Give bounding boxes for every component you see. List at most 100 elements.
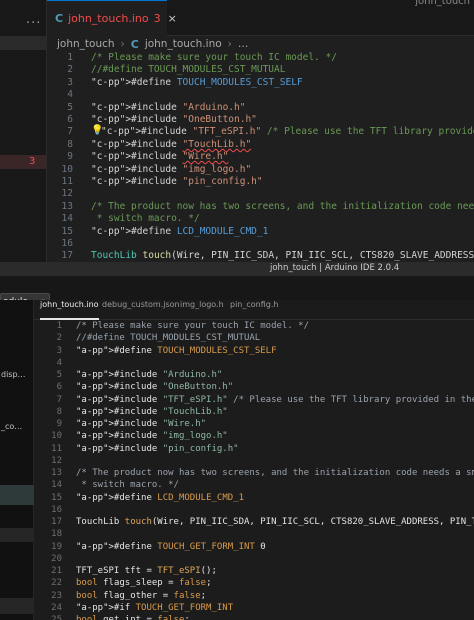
code-text: /* Please make sure your touch IC model.… [91, 52, 337, 63]
editor-tab-bar: C john_touch.ino 3 × john_touch [47, 0, 474, 36]
code-line[interactable]: 6 "a-pp">#include "OneButton.h" [34, 381, 474, 393]
code-line[interactable]: 19 "a-pp">#define TOUCH_GET_FORM_INT 0 [34, 541, 474, 553]
code-line[interactable]: 16 [34, 504, 474, 516]
code-line[interactable]: 9 "c-pp">#include "Wire.h" [47, 151, 474, 163]
vscode-window: ··· 3 C john_touch.ino 3 × john_touch jo… [0, 0, 474, 262]
line-number: 25 [51, 615, 62, 620]
line-number: 7 [67, 126, 73, 138]
tab-problem-count: 3 [153, 12, 161, 25]
tab-john-touch-ino[interactable]: C john_touch.ino 3 × [47, 0, 177, 36]
code-line[interactable]: 10 "c-pp">#include "img_logo.h" [47, 164, 474, 176]
code-line[interactable]: 1 /* Please make sure your touch IC model… [47, 52, 474, 64]
line-number: 19 [51, 541, 62, 552]
code-line[interactable]: 11 "a-pp">#include "pin_config.h" [34, 443, 474, 455]
line-number: 3 [56, 345, 62, 356]
code-line[interactable]: 21 TFT_eSPI tft = TFT_eSPI(); [34, 565, 474, 577]
code-line[interactable]: 3 "c-pp">#define TOUCH_MODULES_CST_SELF [47, 77, 474, 89]
code-text: /* The product now has two screens, and … [76, 468, 474, 478]
code-line[interactable]: 22 bool flags_sleep = false; [34, 577, 474, 589]
code-line[interactable]: 15 "c-pp">#define LCD_MODULE_CMD_1 [47, 226, 474, 238]
code-text: "a-pp">#include "Arduino.h" [76, 370, 223, 380]
sidebar-item-selected[interactable] [0, 485, 34, 505]
line-number: 9 [56, 419, 62, 429]
code-text: bool flag_other = false; [76, 590, 207, 601]
line-number: 7 [56, 394, 62, 405]
code-text: "a-pp">#include "TouchLib.h" [76, 406, 228, 417]
code-line[interactable]: 4 [47, 89, 474, 101]
code-text: //#define TOUCH_MODULES_CST_MUTUAL [91, 64, 286, 76]
code-line[interactable]: 3 "a-pp">#define TOUCH_MODULES_CST_SELF [34, 345, 474, 357]
code-line[interactable]: 8 "a-pp">#include "TouchLib.h" [34, 406, 474, 418]
code-line[interactable]: 8 "c-pp">#include "TouchLib.h" [47, 139, 474, 151]
code-line[interactable]: 12 [47, 188, 474, 200]
code-line[interactable]: 25 bool get_int = false; [34, 614, 474, 620]
line-number: 14 [61, 213, 73, 225]
code-line[interactable]: 1 /* Please make sure your touch IC model… [34, 320, 474, 332]
code-line[interactable]: 12 [34, 455, 474, 467]
code-line[interactable]: 7 "a-pp">#include "TFT_eSPI.h" /* Please … [34, 394, 474, 406]
breadcrumb-symbol[interactable]: … [238, 38, 249, 50]
explorer-row-error[interactable] [0, 155, 46, 169]
line-number: 16 [51, 504, 62, 515]
tab-pin-config-h[interactable]: pin_config.h [230, 300, 278, 320]
code-text: "a-pp">#if TOUCH_GET_FORM_INT [76, 602, 234, 613]
code-line[interactable]: 13 /* The product now has two screens, an… [34, 467, 474, 479]
line-number: 10 [61, 163, 73, 175]
code-text: "a-pp">#include "Wire.h" [76, 419, 207, 429]
code-line[interactable]: 14 * switch macro. */ [47, 213, 474, 225]
code-line[interactable]: 2 //#define TOUCH_MODULES_CST_MUTUAL [34, 332, 474, 344]
breadcrumb-folder[interactable]: john_touch [57, 38, 115, 50]
code-line[interactable]: 13 /* The product now has two screens, an… [47, 201, 474, 213]
code-text: "c-pp">#include "Wire.h" [91, 151, 229, 163]
code-line[interactable]: 2 //#define TOUCH_MODULES_CST_MUTUAL [47, 64, 474, 76]
more-actions-icon[interactable]: ··· [26, 16, 41, 31]
code-line[interactable]: 18 [34, 528, 474, 540]
code-line[interactable]: 9 "a-pp">#include "Wire.h" [34, 418, 474, 430]
close-icon[interactable]: × [168, 12, 177, 25]
code-text: "c-pp">#include "TouchLib.h" [91, 138, 252, 150]
code-line[interactable]: 23 bool flag_other = false; [34, 590, 474, 602]
code-line[interactable]: 5 "a-pp">#include "Arduino.h" [34, 369, 474, 381]
line-number: 22 [51, 578, 62, 589]
sidebar-item-hover[interactable] [0, 598, 34, 614]
code-text: "c-pp">#include "OneButton.h" [91, 114, 257, 125]
sidebar-item-hover[interactable] [0, 528, 34, 542]
code-line[interactable]: 15 "a-pp">#define LCD_MODULE_CMD_1 [34, 492, 474, 504]
sidebar-item[interactable]: disp… [0, 367, 34, 383]
code-line[interactable]: 5 "c-pp">#include "Arduino.h" [47, 102, 474, 114]
tab-img-logo-h[interactable]: img_logo.h [180, 300, 224, 320]
tab-debug-custom-json[interactable]: debug_custom.json [102, 300, 180, 320]
code-text: /* The product now has two screens, and … [91, 200, 474, 212]
code-text: "c-pp">#include "TFT_eSPI.h" /* Please u… [101, 126, 474, 138]
chevron-right-icon: › [227, 38, 232, 50]
line-number: 15 [51, 492, 62, 503]
tab-label: john_touch.ino [68, 12, 149, 25]
line-number: 15 [61, 225, 73, 237]
line-number: 21 [51, 566, 62, 576]
line-number: 11 [51, 443, 62, 454]
code-line[interactable]: 4 [34, 357, 474, 369]
code-line[interactable]: 17 TouchLib touch(Wire, PIN_IIC_SDA, PIN_… [47, 250, 474, 262]
code-text: "c-pp">#define TOUCH_MODULES_CST_SELF [91, 76, 303, 88]
code-line[interactable]: 10 "a-pp">#include "img_logo.h" [34, 430, 474, 442]
code-line[interactable]: 14 * switch macro. */ [34, 479, 474, 491]
sidebar-item[interactable]: _co… [0, 419, 34, 435]
lightbulb-icon[interactable]: 💡 [91, 125, 103, 137]
line-number: 12 [61, 188, 73, 200]
tab-john-touch-ino[interactable]: john_touch.ino [40, 300, 99, 320]
code-line[interactable]: 11 "c-pp">#include "pin_config.h" [47, 176, 474, 188]
explorer-row-highlight[interactable] [0, 36, 46, 50]
breadcrumb-file[interactable]: john_touch.ino [145, 38, 222, 50]
code-line[interactable]: 24 "a-pp">#if TOUCH_GET_FORM_INT [34, 602, 474, 614]
code-line[interactable]: 17 TouchLib touch(Wire, PIN_IIC_SDA, PIN_… [34, 516, 474, 528]
code-line[interactable]: 7 "c-pp">#include "TFT_eSPI.h" /* Please … [47, 125, 474, 138]
code-text: bool get_int = false; [76, 615, 190, 620]
code-line[interactable]: 6 "c-pp">#include "OneButton.h" [47, 114, 474, 126]
line-number: 20 [51, 553, 62, 564]
line-number: 8 [56, 406, 62, 417]
code-line[interactable]: 16 [47, 238, 474, 250]
code-line[interactable]: 20 [34, 553, 474, 565]
line-number: 1 [56, 321, 62, 331]
line-number: 16 [61, 238, 73, 249]
chevron-right-icon: › [120, 38, 125, 50]
